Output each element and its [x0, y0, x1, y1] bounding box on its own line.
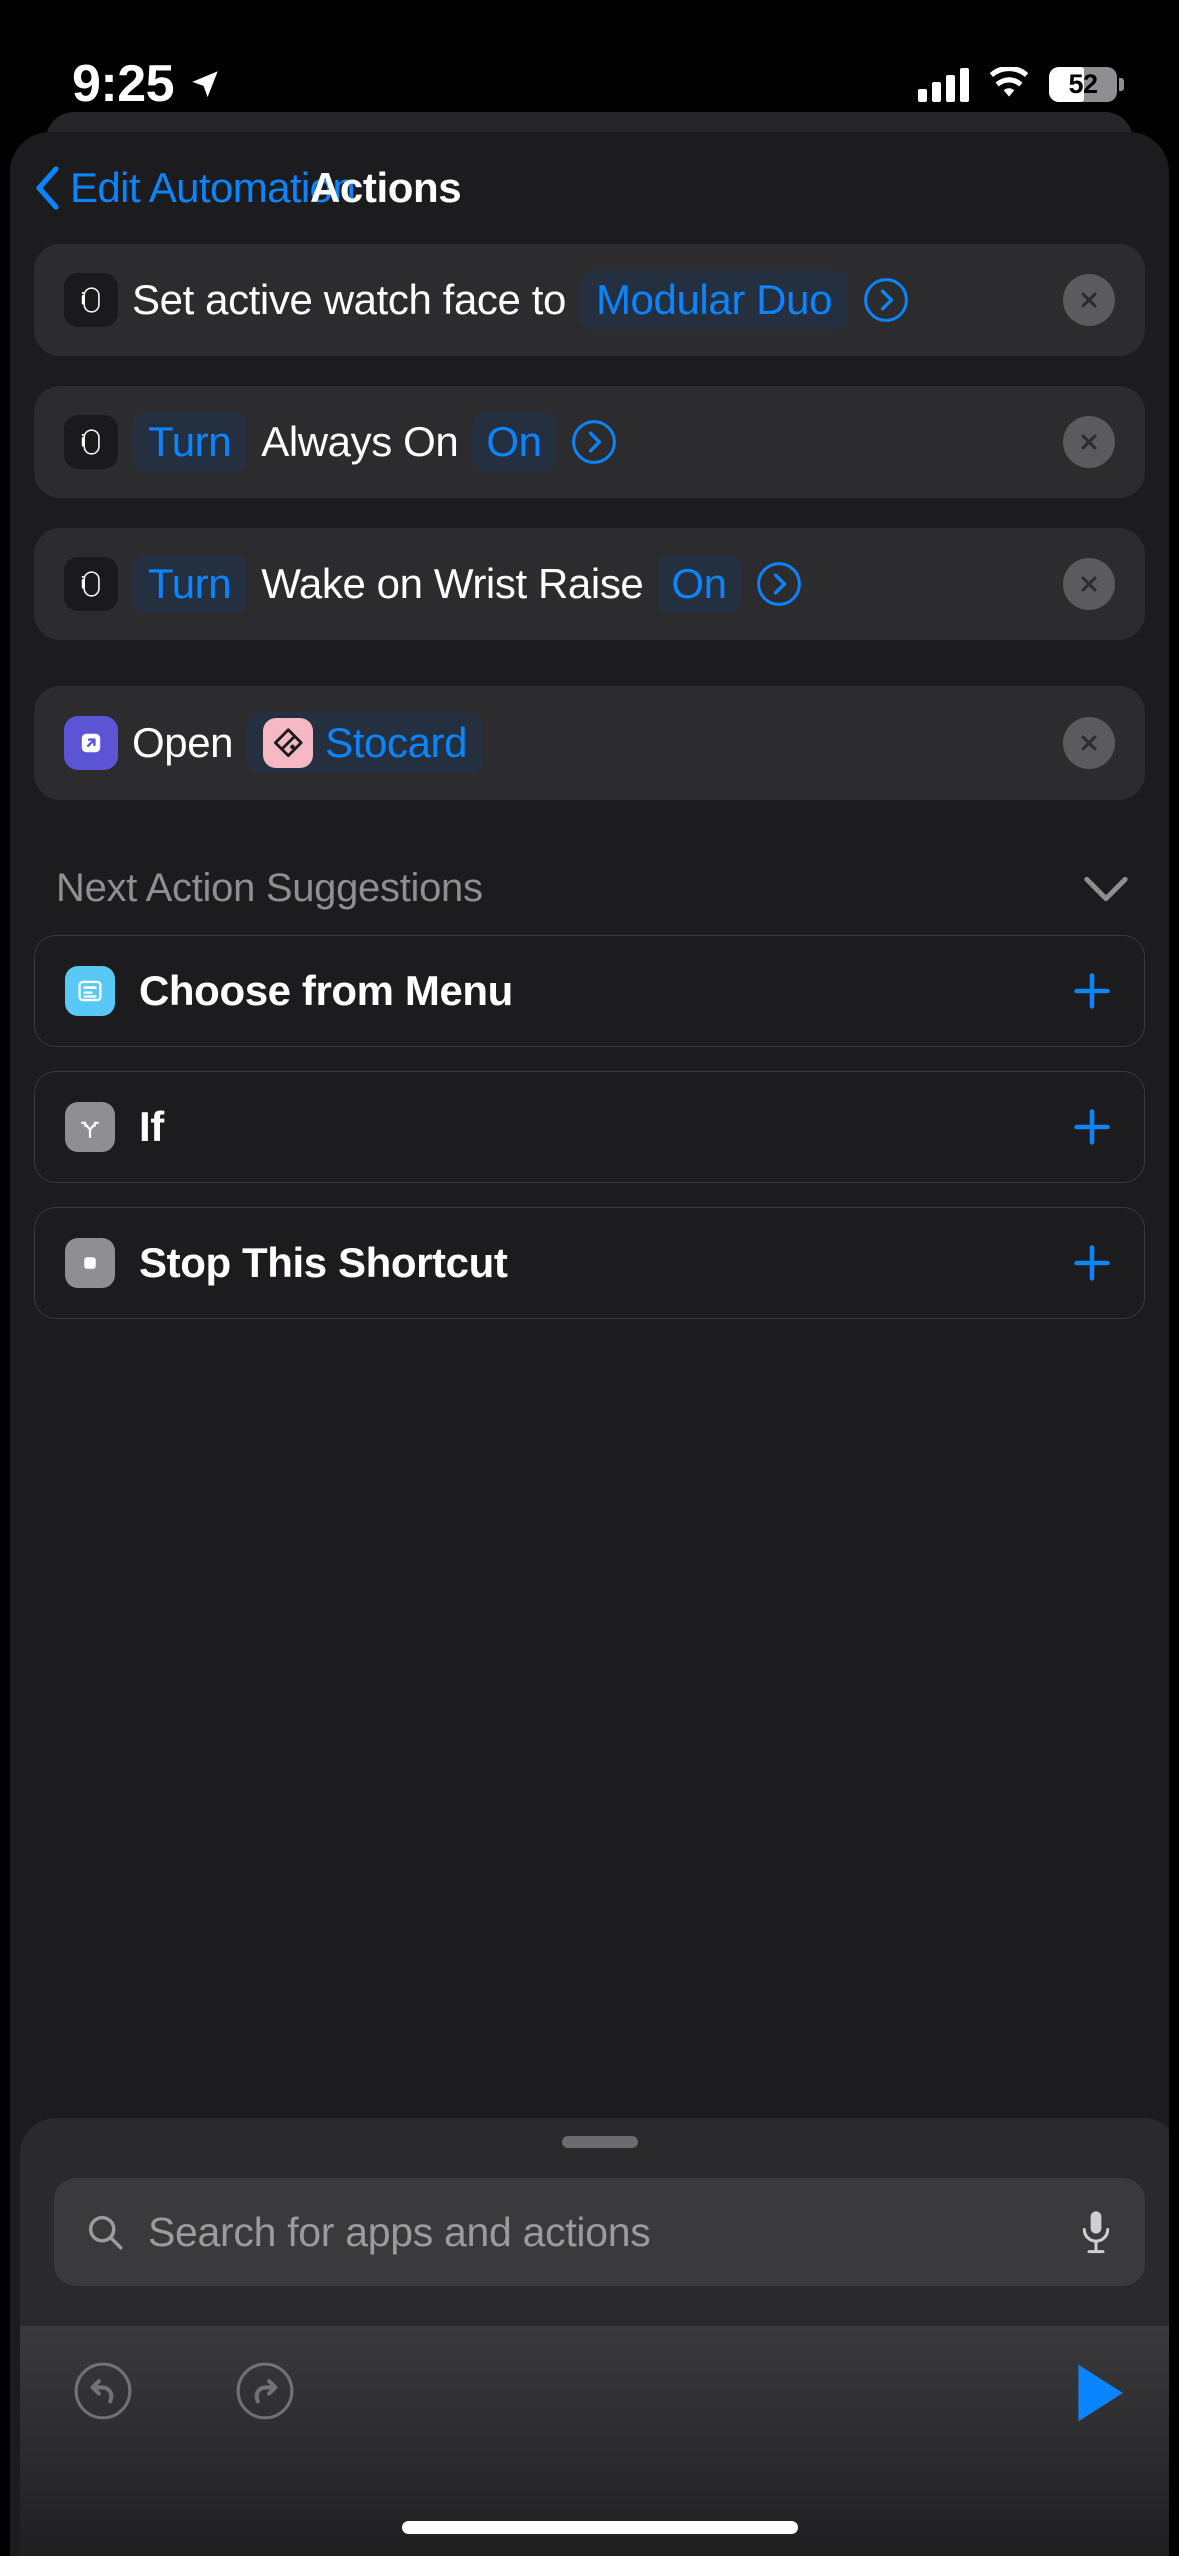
close-icon	[1081, 735, 1097, 751]
stocard-app-icon	[263, 718, 314, 768]
circled-chevron-right-icon[interactable]	[570, 418, 618, 466]
turn-value: Turn	[148, 418, 232, 465]
apple-watch-icon	[64, 415, 118, 469]
sheet-grabber-handle[interactable]	[561, 2136, 638, 2148]
chevron-down-icon[interactable]	[1083, 875, 1129, 903]
action-text: Always On	[261, 418, 459, 465]
close-icon	[1081, 434, 1097, 450]
action-card-open-stocard[interactable]: Open Stocard	[34, 686, 1145, 800]
app-name-value: Stocard	[325, 719, 468, 766]
actions-list: Set active watch face to Modular Duo Tur…	[10, 244, 1169, 1319]
close-icon	[1081, 292, 1097, 308]
cellular-bars-icon	[918, 66, 969, 102]
action-card-turn-always-on[interactable]: Turn Always On On	[34, 386, 1145, 498]
delete-action-button[interactable]	[1063, 274, 1115, 326]
page-title: Actions	[310, 164, 462, 211]
wifi-icon	[989, 67, 1029, 97]
state-value: On	[671, 560, 727, 607]
plus-icon[interactable]	[1070, 969, 1114, 1013]
watch-face-parameter-pill[interactable]: Modular Duo	[579, 270, 849, 330]
battery-percent-label: 52	[1068, 68, 1098, 99]
chevron-left-icon	[36, 166, 59, 210]
action-card-body: Set active watch face to Modular Duo	[64, 270, 910, 330]
suggestion-row-stop-this-shortcut[interactable]: Stop This Shortcut	[34, 1207, 1145, 1319]
if-branch-icon	[65, 1102, 115, 1152]
delete-action-button[interactable]	[1063, 558, 1115, 610]
status-bar: 9:25 52	[0, 0, 1179, 130]
apple-watch-icon	[64, 273, 118, 327]
suggestion-row-if[interactable]: If	[34, 1071, 1145, 1183]
play-icon[interactable]	[1073, 2360, 1127, 2426]
battery-indicator: 52	[1049, 66, 1124, 102]
status-bar-left: 9:25	[72, 58, 222, 110]
delete-action-button[interactable]	[1063, 416, 1115, 468]
action-card-body: Open Stocard	[64, 712, 484, 774]
action-text: Set active watch face to	[132, 276, 566, 323]
search-bar[interactable]: Search for apps and actions	[54, 2178, 1145, 2286]
search-input[interactable]: Search for apps and actions	[148, 2209, 1077, 2256]
turn-parameter-pill[interactable]: Turn	[132, 412, 248, 472]
circled-chevron-right-icon[interactable]	[755, 560, 803, 608]
next-action-suggestions-header[interactable]: Next Action Suggestions	[34, 830, 1145, 935]
watch-face-value: Modular Duo	[595, 276, 833, 323]
state-parameter-pill[interactable]: On	[657, 554, 741, 614]
search-icon	[88, 2215, 123, 2250]
undo-redo-group	[72, 2360, 296, 2422]
home-indicator	[401, 2521, 798, 2534]
app-parameter-pill[interactable]: Stocard	[247, 712, 484, 774]
status-bar-right: 52	[918, 66, 1124, 102]
suggestion-label: Choose from Menu	[139, 967, 513, 1014]
microphone-icon[interactable]	[1077, 2206, 1115, 2258]
choose-from-menu-icon	[65, 966, 115, 1016]
state-value: On	[486, 418, 542, 465]
action-card-body: Turn Wake on Wrist Raise On	[64, 554, 803, 614]
plus-icon[interactable]	[1070, 1241, 1114, 1285]
undo-icon[interactable]	[72, 2360, 134, 2422]
turn-parameter-pill[interactable]: Turn	[132, 554, 248, 614]
action-card-turn-wake-on-wrist-raise[interactable]: Turn Wake on Wrist Raise On	[34, 528, 1145, 640]
turn-value: Turn	[148, 560, 232, 607]
stop-square-icon	[65, 1238, 115, 1288]
action-card-set-watch-face[interactable]: Set active watch face to Modular Duo	[34, 244, 1145, 356]
plus-icon[interactable]	[1070, 1105, 1114, 1149]
editor-toolbar	[20, 2326, 1169, 2556]
action-text: Wake on Wrist Raise	[261, 560, 644, 607]
circled-chevron-right-icon[interactable]	[862, 276, 910, 324]
location-arrow-icon	[192, 71, 218, 98]
iphone-screen: 9:25 52 Edit Automation Actions Set acti…	[0, 0, 1179, 2556]
navigation-bar: Edit Automation Actions	[10, 132, 1169, 244]
delete-action-button[interactable]	[1063, 717, 1115, 769]
clock: 9:25	[72, 55, 175, 113]
action-text: Open	[132, 719, 234, 766]
action-card-body: Turn Always On On	[64, 412, 618, 472]
battery-cap	[1119, 77, 1124, 91]
suggestion-label: Stop This Shortcut	[139, 1239, 508, 1286]
actions-sheet: Edit Automation Actions Set active watch…	[10, 132, 1169, 2556]
bottom-panel: Search for apps and actions	[20, 2118, 1169, 2556]
suggestion-label: If	[139, 1103, 164, 1150]
apple-watch-icon	[64, 557, 118, 611]
back-button[interactable]: Edit Automation	[34, 164, 356, 212]
open-app-icon	[64, 716, 118, 770]
suggestions-title: Next Action Suggestions	[56, 866, 483, 910]
suggestion-row-choose-from-menu[interactable]: Choose from Menu	[34, 935, 1145, 1047]
close-icon	[1081, 576, 1097, 592]
state-parameter-pill[interactable]: On	[472, 412, 556, 472]
redo-icon[interactable]	[234, 2360, 296, 2422]
